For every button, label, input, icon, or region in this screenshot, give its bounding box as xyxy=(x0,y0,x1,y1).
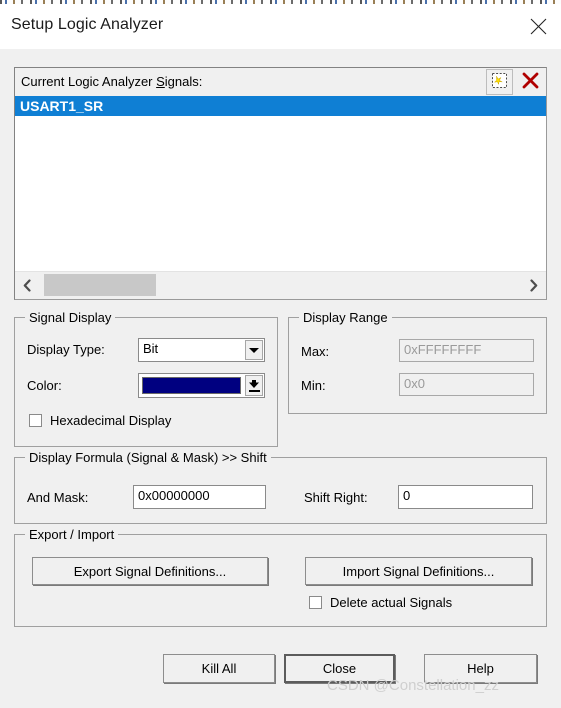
display-type-combo[interactable]: Bit xyxy=(138,338,265,362)
export-import-group-title: Export / Import xyxy=(25,527,119,542)
color-dropdown-icon[interactable] xyxy=(245,375,263,396)
display-formula-group: Display Formula (Signal & Mask) >> Shift… xyxy=(14,450,547,524)
kill-all-button[interactable]: Kill All xyxy=(163,654,275,683)
checkbox-indicator[interactable] xyxy=(29,414,42,427)
delete-actual-signals-label: Delete actual Signals xyxy=(330,595,453,610)
display-range-group: Display Range Max: 0xFFFFFFFF Min: 0x0 xyxy=(288,310,547,414)
min-field[interactable]: 0x0 xyxy=(399,373,534,396)
import-signal-definitions-button[interactable]: Import Signal Definitions... xyxy=(305,557,532,585)
checkbox-indicator[interactable] xyxy=(309,596,322,609)
title-bar: Setup Logic Analyzer xyxy=(0,4,561,50)
scrollbar-thumb[interactable] xyxy=(44,274,156,296)
window-title: Setup Logic Analyzer xyxy=(11,16,164,33)
display-type-value: Bit xyxy=(143,341,159,356)
and-mask-field[interactable]: 0x00000000 xyxy=(133,485,266,509)
max-label: Max: xyxy=(301,344,330,359)
display-range-group-title: Display Range xyxy=(299,310,392,325)
new-signal-icon xyxy=(491,72,508,92)
chevron-right-icon[interactable] xyxy=(522,272,544,298)
signals-panel-header: Current Logic Analyzer Signals: xyxy=(15,68,546,97)
signals-header-label-suffix: ignals: xyxy=(164,74,203,89)
color-label: Color: xyxy=(27,378,62,393)
signals-horizontal-scrollbar[interactable] xyxy=(15,271,546,299)
chevron-left-icon[interactable] xyxy=(16,272,38,298)
color-swatch[interactable] xyxy=(142,377,241,394)
signal-display-group-title: Signal Display xyxy=(25,310,116,325)
display-type-label: Display Type: xyxy=(27,342,105,357)
export-signal-definitions-button[interactable]: Export Signal Definitions... xyxy=(32,557,268,585)
dialog-client-area: Current Logic Analyzer Signals: USART1_S… xyxy=(0,49,561,708)
max-field[interactable]: 0xFFFFFFFF xyxy=(399,339,534,362)
chevron-down-icon[interactable] xyxy=(245,340,263,360)
signal-name: USART1_SR xyxy=(20,98,104,114)
close-window-button[interactable] xyxy=(515,4,561,49)
watermark: CSDN @Constellation_zz xyxy=(327,677,499,694)
current-signals-panel: Current Logic Analyzer Signals: USART1_S… xyxy=(14,67,547,300)
display-formula-group-title: Display Formula (Signal & Mask) >> Shift xyxy=(25,450,271,465)
delete-signal-button[interactable] xyxy=(517,69,544,95)
min-label: Min: xyxy=(301,378,326,393)
delete-actual-signals-checkbox[interactable]: Delete actual Signals xyxy=(309,595,452,610)
hexadecimal-display-label: Hexadecimal Display xyxy=(50,413,172,428)
color-picker[interactable] xyxy=(138,373,265,398)
signals-header-label-accel: S xyxy=(156,74,165,89)
shift-right-field[interactable]: 0 xyxy=(398,485,533,509)
delete-signal-icon xyxy=(521,71,540,93)
signals-list[interactable]: USART1_SR xyxy=(15,96,546,272)
new-signal-button[interactable] xyxy=(486,69,513,95)
setup-logic-analyzer-dialog: Setup Logic Analyzer Current Logic Analy… xyxy=(0,0,561,708)
shift-right-label: Shift Right: xyxy=(304,490,368,505)
signal-display-group: Signal Display Display Type: Bit Color: xyxy=(14,310,278,447)
hexadecimal-display-checkbox[interactable]: Hexadecimal Display xyxy=(29,413,171,428)
signals-header-label-prefix: Current Logic Analyzer xyxy=(21,74,157,89)
list-item[interactable]: USART1_SR xyxy=(15,96,546,116)
export-import-group: Export / Import Export Signal Definition… xyxy=(14,527,547,627)
close-icon xyxy=(530,18,547,35)
signals-header-label: Current Logic Analyzer Signals: xyxy=(21,74,202,89)
and-mask-label: And Mask: xyxy=(27,490,89,505)
